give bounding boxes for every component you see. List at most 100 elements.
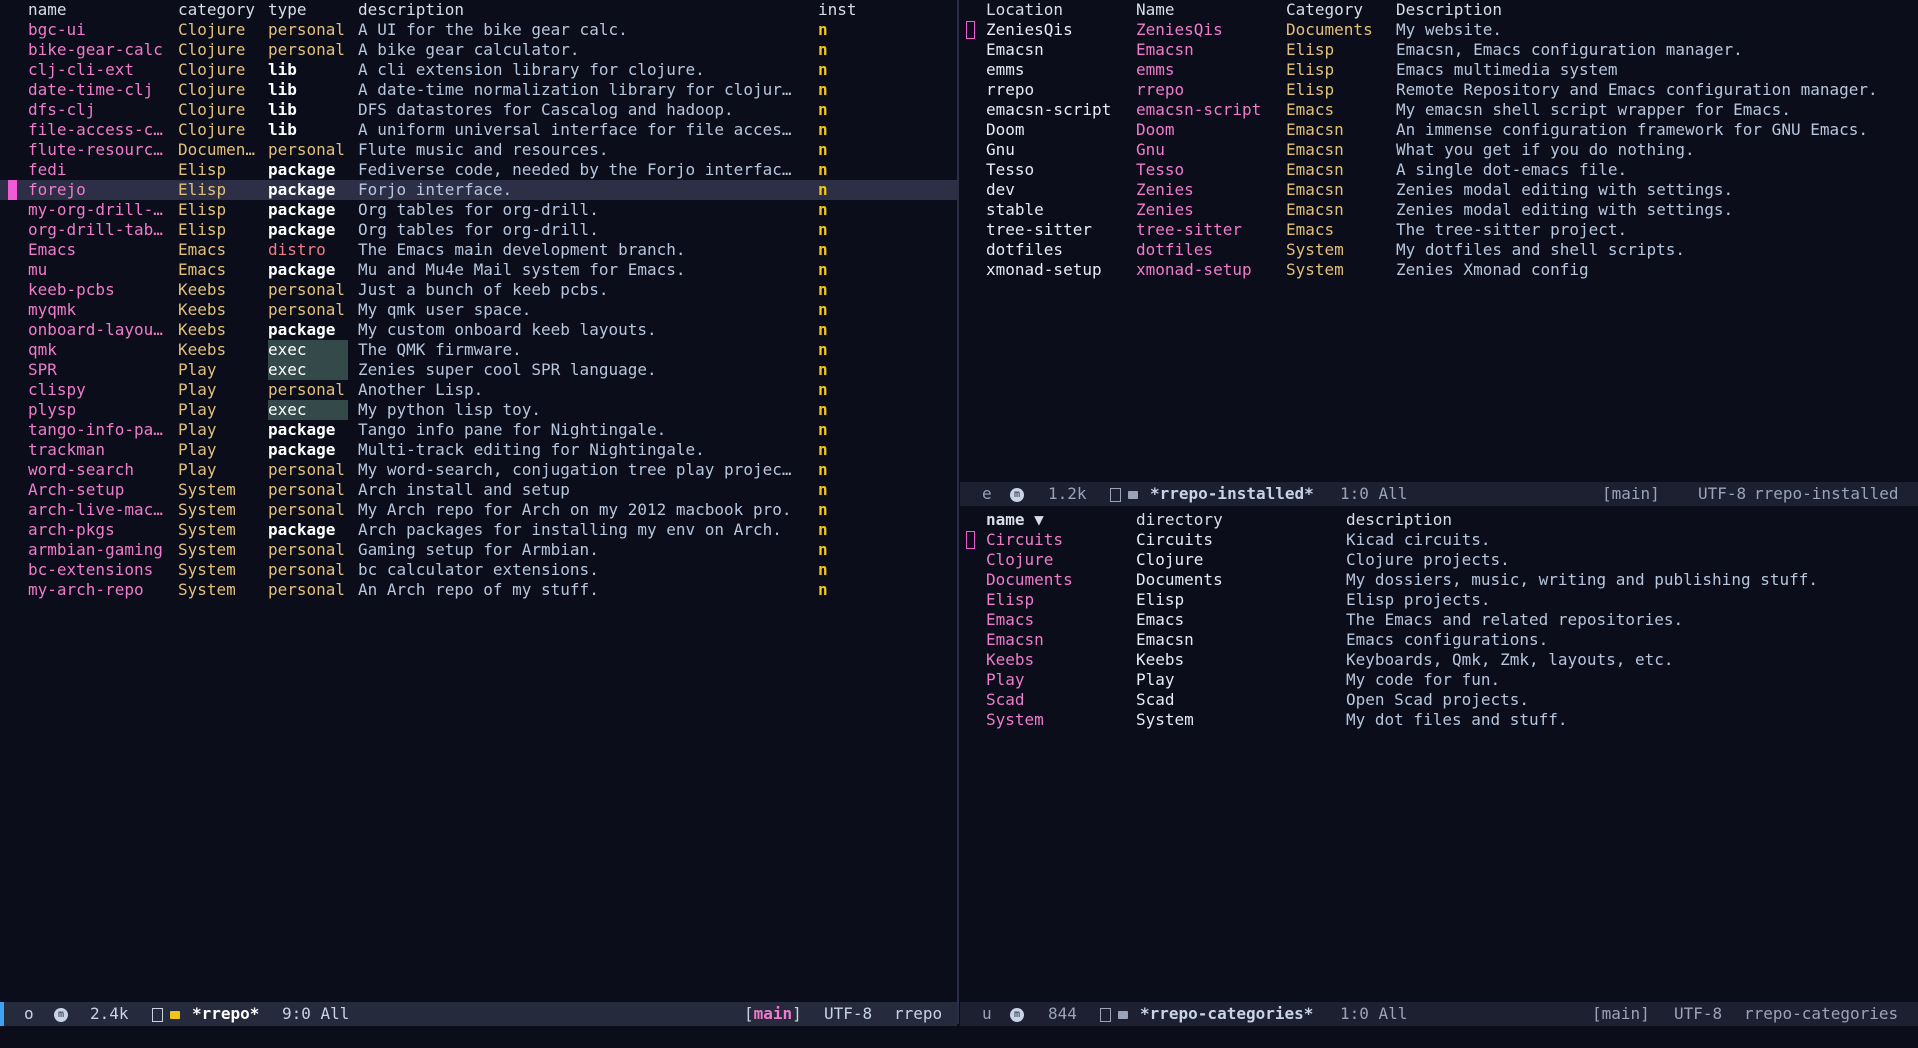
category-directory: Scad — [1136, 690, 1175, 709]
table-row[interactable]: Documents Documents My dossiers, music, wr… — [960, 570, 1918, 590]
table-row[interactable]: keeb-pcbs Keebs personal Just a bunch of ke… — [0, 280, 957, 300]
table-row[interactable]: arch-pkgs System package Arch packages for … — [0, 520, 957, 540]
table-row[interactable]: fedi Elisp package Fediverse code, needed b… — [0, 160, 957, 180]
column-header-directory[interactable]: directory — [1136, 510, 1223, 530]
table-row[interactable]: Gnu Gnu Emacsn What you get if you do nothi… — [960, 140, 1918, 160]
git-branch[interactable]: [main] — [744, 1002, 802, 1026]
table-row[interactable]: date-time-clj Clojure lib A date-time norma… — [0, 80, 957, 100]
table-row[interactable]: Doom Doom Emacsn An immense configuration f… — [960, 120, 1918, 140]
table-row[interactable]: System System My dot files and stuff. — [960, 710, 1918, 730]
table-row[interactable]: word-search Play personal My word-search, c… — [0, 460, 957, 480]
table-row[interactable]: armbian-gaming System personal Gaming setup… — [0, 540, 957, 560]
table-row[interactable]: file-access-c… Clojure lib A uniform univer… — [0, 120, 957, 140]
repo-description: A single dot-emacs file. — [1396, 160, 1628, 179]
buffer-name[interactable]: *rrepo-installed* — [1150, 482, 1314, 506]
repo-installed-flag: n — [818, 340, 828, 359]
table-row[interactable]: forejo Elisp package Forjo interface. n — [0, 180, 957, 200]
table-row[interactable]: dotfiles dotfiles System My dotfiles and sh… — [960, 240, 1918, 260]
table-row[interactable]: tango-info-pa… Play package Tango info pane… — [0, 420, 957, 440]
table-row[interactable]: bc-extensions System personal bc calculator… — [0, 560, 957, 580]
table-row[interactable]: clispy Play personal Another Lisp. n — [0, 380, 957, 400]
category-description: Clojure projects. — [1346, 550, 1510, 569]
repo-name: arch-live-mac… — [28, 500, 163, 519]
table-row[interactable]: Elisp Elisp Elisp projects. — [960, 590, 1918, 610]
column-header-description[interactable]: description — [358, 0, 464, 20]
table-row[interactable]: arch-live-mac… System personal My Arch repo… — [0, 500, 957, 520]
table-row[interactable]: emms emms Elisp Emacs multimedia system — [960, 60, 1918, 80]
column-header-name[interactable]: Name — [1136, 0, 1175, 20]
encoding[interactable]: UTF-8 — [824, 1002, 872, 1026]
table-row[interactable]: Circuits Circuits Kicad circuits. — [960, 530, 1918, 550]
table-row[interactable]: Tesso Tesso Emacsn A single dot-emacs file. — [960, 160, 1918, 180]
repo-name: date-time-clj — [28, 80, 154, 99]
table-row[interactable]: my-arch-repo System personal An Arch repo o… — [0, 580, 957, 600]
buffer-name[interactable]: *rrepo-categories* — [1140, 1002, 1313, 1026]
table-row[interactable]: Emacsn Emacsn Elisp Emacsn, Emacs configura… — [960, 40, 1918, 60]
table-row[interactable]: xmonad-setup xmonad-setup System Zenies Xmo… — [960, 260, 1918, 280]
table-row[interactable]: emacsn-script emacsn-script Emacs My emacsn… — [960, 100, 1918, 120]
installed-list-pane[interactable]: Location Name Category Description Zenie… — [960, 0, 1918, 480]
repo-description: Zenies modal editing with settings. — [1396, 200, 1734, 219]
column-header-inst[interactable]: inst — [818, 0, 857, 20]
window-divider[interactable] — [957, 0, 959, 1024]
buffer-name[interactable]: *rrepo* — [192, 1002, 259, 1026]
table-row[interactable]: dev Zenies Emacsn Zenies modal editing with… — [960, 180, 1918, 200]
table-row[interactable]: Play Play My code for fun. — [960, 670, 1918, 690]
encoding[interactable]: UTF-8 — [1698, 482, 1746, 506]
table-row[interactable]: bike-gear-calc Clojure personal A bike gear… — [0, 40, 957, 60]
table-row[interactable]: qmk Keebs exec The QMK firmware. n — [0, 340, 957, 360]
table-row[interactable]: Emacs Emacs The Emacs and related reposito… — [960, 610, 1918, 630]
table-row[interactable]: plysp Play exec My python lisp toy. n — [0, 400, 957, 420]
table-row[interactable]: Clojure Clojure Clojure projects. — [960, 550, 1918, 570]
column-header-type[interactable]: type — [268, 0, 307, 20]
category-name: Scad — [986, 690, 1025, 709]
major-mode[interactable]: rrepo-installed — [1754, 482, 1899, 506]
encoding[interactable]: UTF-8 — [1674, 1002, 1722, 1026]
repo-name: Tesso — [1136, 160, 1185, 179]
table-row[interactable]: tree-sitter tree-sitter Emacs The tree-sitt… — [960, 220, 1918, 240]
repo-category: Elisp — [178, 220, 227, 239]
category-description: Kicad circuits. — [1346, 530, 1491, 549]
table-row[interactable]: Scad Scad Open Scad projects. — [960, 690, 1918, 710]
category-directory: Play — [1136, 670, 1175, 689]
repo-category: Clojure — [178, 40, 246, 59]
table-row[interactable]: trackman Play package Multi-track editing f… — [0, 440, 957, 460]
table-row[interactable]: dfs-clj Clojure lib DFS datastores for Casc… — [0, 100, 957, 120]
column-header-name-sorted[interactable]: name ▼ — [986, 510, 1044, 530]
repo-name: Doom — [1136, 120, 1175, 139]
table-row[interactable]: Emacsn Emacsn Emacs configurations. — [960, 630, 1918, 650]
column-header-description[interactable]: Description — [1396, 0, 1502, 20]
table-row[interactable]: SPR Play exec Zenies super cool SPR languag… — [0, 360, 957, 380]
table-row[interactable]: org-drill-tab… Elisp package Org tables for… — [0, 220, 957, 240]
major-mode[interactable]: rrepo-categories — [1744, 1002, 1898, 1026]
categories-list-pane[interactable]: name ▼ directory description Circuits Cir… — [960, 510, 1918, 1000]
column-header-name[interactable]: name — [28, 0, 67, 20]
column-header-category[interactable]: category — [178, 0, 255, 20]
column-header-description[interactable]: description — [1346, 510, 1452, 530]
table-row[interactable]: ZeniesQis ZeniesQis Documents My website. — [960, 20, 1918, 40]
column-header-location[interactable]: Location — [986, 0, 1063, 20]
table-row[interactable]: rrepo rrepo Elisp Remote Repository and Ema… — [960, 80, 1918, 100]
table-row[interactable]: onboard-layou… Keebs package My custom onbo… — [0, 320, 957, 340]
table-row[interactable]: Keebs Keebs Keyboards, Qmk, Zmk, layouts, … — [960, 650, 1918, 670]
repo-type: lib — [268, 120, 297, 139]
table-row[interactable]: clj-cli-ext Clojure lib A cli extension lib… — [0, 60, 957, 80]
repo-name: trackman — [28, 440, 106, 459]
category-description: Keyboards, Qmk, Zmk, layouts, etc. — [1346, 650, 1674, 669]
table-row[interactable]: myqmk Keebs personal My qmk user space. n — [0, 300, 957, 320]
repo-type: package — [268, 260, 336, 279]
table-row[interactable]: flute-resourc… Documen… personal Flute musi… — [0, 140, 957, 160]
repo-location: emacsn-script — [986, 100, 1112, 119]
repo-name: onboard-layou… — [28, 320, 163, 339]
git-branch[interactable]: [main] — [1592, 1002, 1650, 1026]
major-mode[interactable]: rrepo — [894, 1002, 942, 1026]
table-row[interactable]: bgc-ui Clojure personal A UI for the bike g… — [0, 20, 957, 40]
table-row[interactable]: my-org-drill-… Elisp package Org tables for… — [0, 200, 957, 220]
column-header-category[interactable]: Category — [1286, 0, 1363, 20]
table-row[interactable]: Arch-setup System personal Arch install and… — [0, 480, 957, 500]
table-row[interactable]: stable Zenies Emacsn Zenies modal editing w… — [960, 200, 1918, 220]
git-branch[interactable]: [main] — [1602, 482, 1660, 506]
table-row[interactable]: mu Emacs package Mu and Mu4e Mail system fo… — [0, 260, 957, 280]
repo-list-pane[interactable]: name category type description inst bgc-… — [0, 0, 957, 1000]
table-row[interactable]: Emacs Emacs distro The Emacs main developme… — [0, 240, 957, 260]
